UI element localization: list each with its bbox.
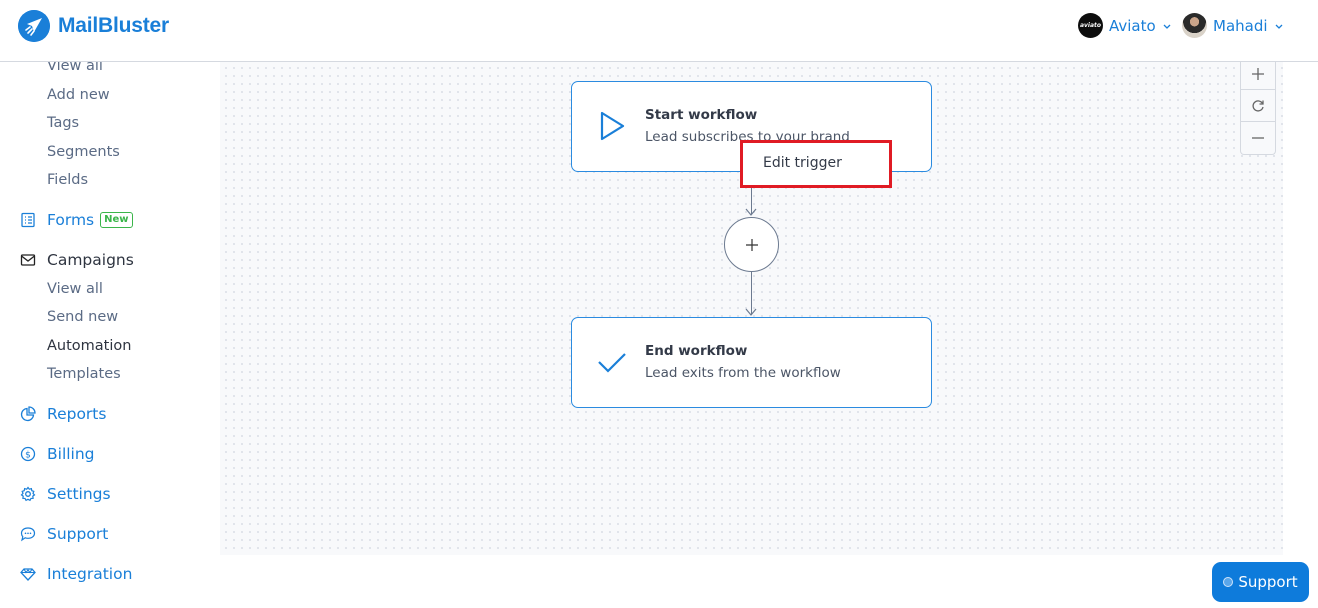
svg-text:$: $ xyxy=(25,451,31,461)
sidebar-item-label: Settings xyxy=(47,485,111,503)
sidebar-item-forms[interactable]: Forms New xyxy=(20,211,133,229)
sidebar-subscribers-tags[interactable]: Tags xyxy=(47,115,79,131)
integration-icon xyxy=(20,568,36,581)
sidebar-item-settings[interactable]: Settings xyxy=(20,485,111,503)
mailbluster-logo-icon xyxy=(18,10,50,42)
sidebar-item-reports[interactable]: Reports xyxy=(20,405,106,423)
end-workflow-node[interactable]: End workflow Lead exits from the workflo… xyxy=(571,317,932,408)
sidebar-campaigns-send-new[interactable]: Send new xyxy=(47,309,118,325)
support-widget-button[interactable]: Support xyxy=(1212,562,1309,602)
reset-zoom-button[interactable] xyxy=(1241,90,1275,122)
chevron-down-icon xyxy=(1163,24,1171,29)
node-context-menu: Edit trigger xyxy=(740,140,892,188)
user-avatar xyxy=(1182,13,1207,38)
zoom-controls xyxy=(1240,58,1276,155)
support-label: Support xyxy=(1238,573,1298,591)
sidebar-item-label: Campaigns xyxy=(47,251,134,269)
org-avatar-text: aviato xyxy=(1079,22,1102,29)
sidebar: View all Add new Tags Segments Fields Fo… xyxy=(0,62,220,608)
arrow-down-icon xyxy=(745,308,757,316)
sidebar-campaigns-templates[interactable]: Templates xyxy=(47,366,121,382)
checkmark-icon xyxy=(598,353,626,373)
support-status-icon xyxy=(1223,577,1234,587)
sidebar-subscribers-segments[interactable]: Segments xyxy=(47,144,120,160)
sidebar-subscribers-add-new[interactable]: Add new xyxy=(47,87,110,103)
sidebar-campaigns-automation[interactable]: Automation xyxy=(47,338,131,354)
forms-icon xyxy=(21,212,35,228)
user-name: Mahadi xyxy=(1213,16,1268,35)
sidebar-item-integration[interactable]: Integration xyxy=(20,565,132,583)
sidebar-item-billing[interactable]: $ Billing xyxy=(20,445,95,463)
sidebar-item-label: Reports xyxy=(47,405,107,423)
sidebar-subscribers-view-all[interactable]: View all xyxy=(47,62,103,74)
envelope-icon xyxy=(20,254,36,266)
zoom-out-button[interactable] xyxy=(1241,122,1275,154)
org-avatar: aviato xyxy=(1078,13,1103,38)
billing-icon: $ xyxy=(20,446,36,462)
sidebar-item-label: Billing xyxy=(47,445,95,463)
reports-icon xyxy=(20,406,36,422)
minus-icon xyxy=(1252,137,1264,139)
refresh-icon xyxy=(1252,99,1264,112)
plus-icon xyxy=(1252,67,1264,80)
support-chat-icon xyxy=(20,527,36,542)
node-title: End workflow xyxy=(645,343,748,359)
sidebar-item-campaigns[interactable]: Campaigns xyxy=(20,251,134,269)
plus-icon xyxy=(745,238,758,251)
org-switcher[interactable]: aviato Aviato xyxy=(1078,13,1172,38)
edit-trigger-menu-item[interactable]: Edit trigger xyxy=(763,155,842,171)
sidebar-item-label: Integration xyxy=(47,565,133,583)
sidebar-item-support[interactable]: Support xyxy=(20,525,108,543)
play-icon xyxy=(600,111,625,141)
logo[interactable]: MailBluster xyxy=(18,10,169,42)
new-badge: New xyxy=(100,212,133,228)
sidebar-campaigns-view-all[interactable]: View all xyxy=(47,281,103,297)
top-header: MailBluster aviato Aviato Mahadi xyxy=(0,0,1318,62)
user-menu[interactable]: Mahadi xyxy=(1182,13,1284,38)
settings-icon xyxy=(20,486,36,502)
org-name: Aviato xyxy=(1109,16,1156,35)
sidebar-item-label: Forms xyxy=(47,211,95,229)
node-description: Lead exits from the workflow xyxy=(645,365,841,381)
node-title: Start workflow xyxy=(645,107,758,123)
chevron-down-icon xyxy=(1275,24,1282,29)
sidebar-item-label: Support xyxy=(47,525,109,543)
app-name: MailBluster xyxy=(58,14,169,37)
zoom-in-button[interactable] xyxy=(1241,58,1275,90)
sidebar-subscribers-fields[interactable]: Fields xyxy=(47,172,88,188)
add-step-button[interactable] xyxy=(724,217,779,272)
arrow-down-icon xyxy=(745,208,757,216)
